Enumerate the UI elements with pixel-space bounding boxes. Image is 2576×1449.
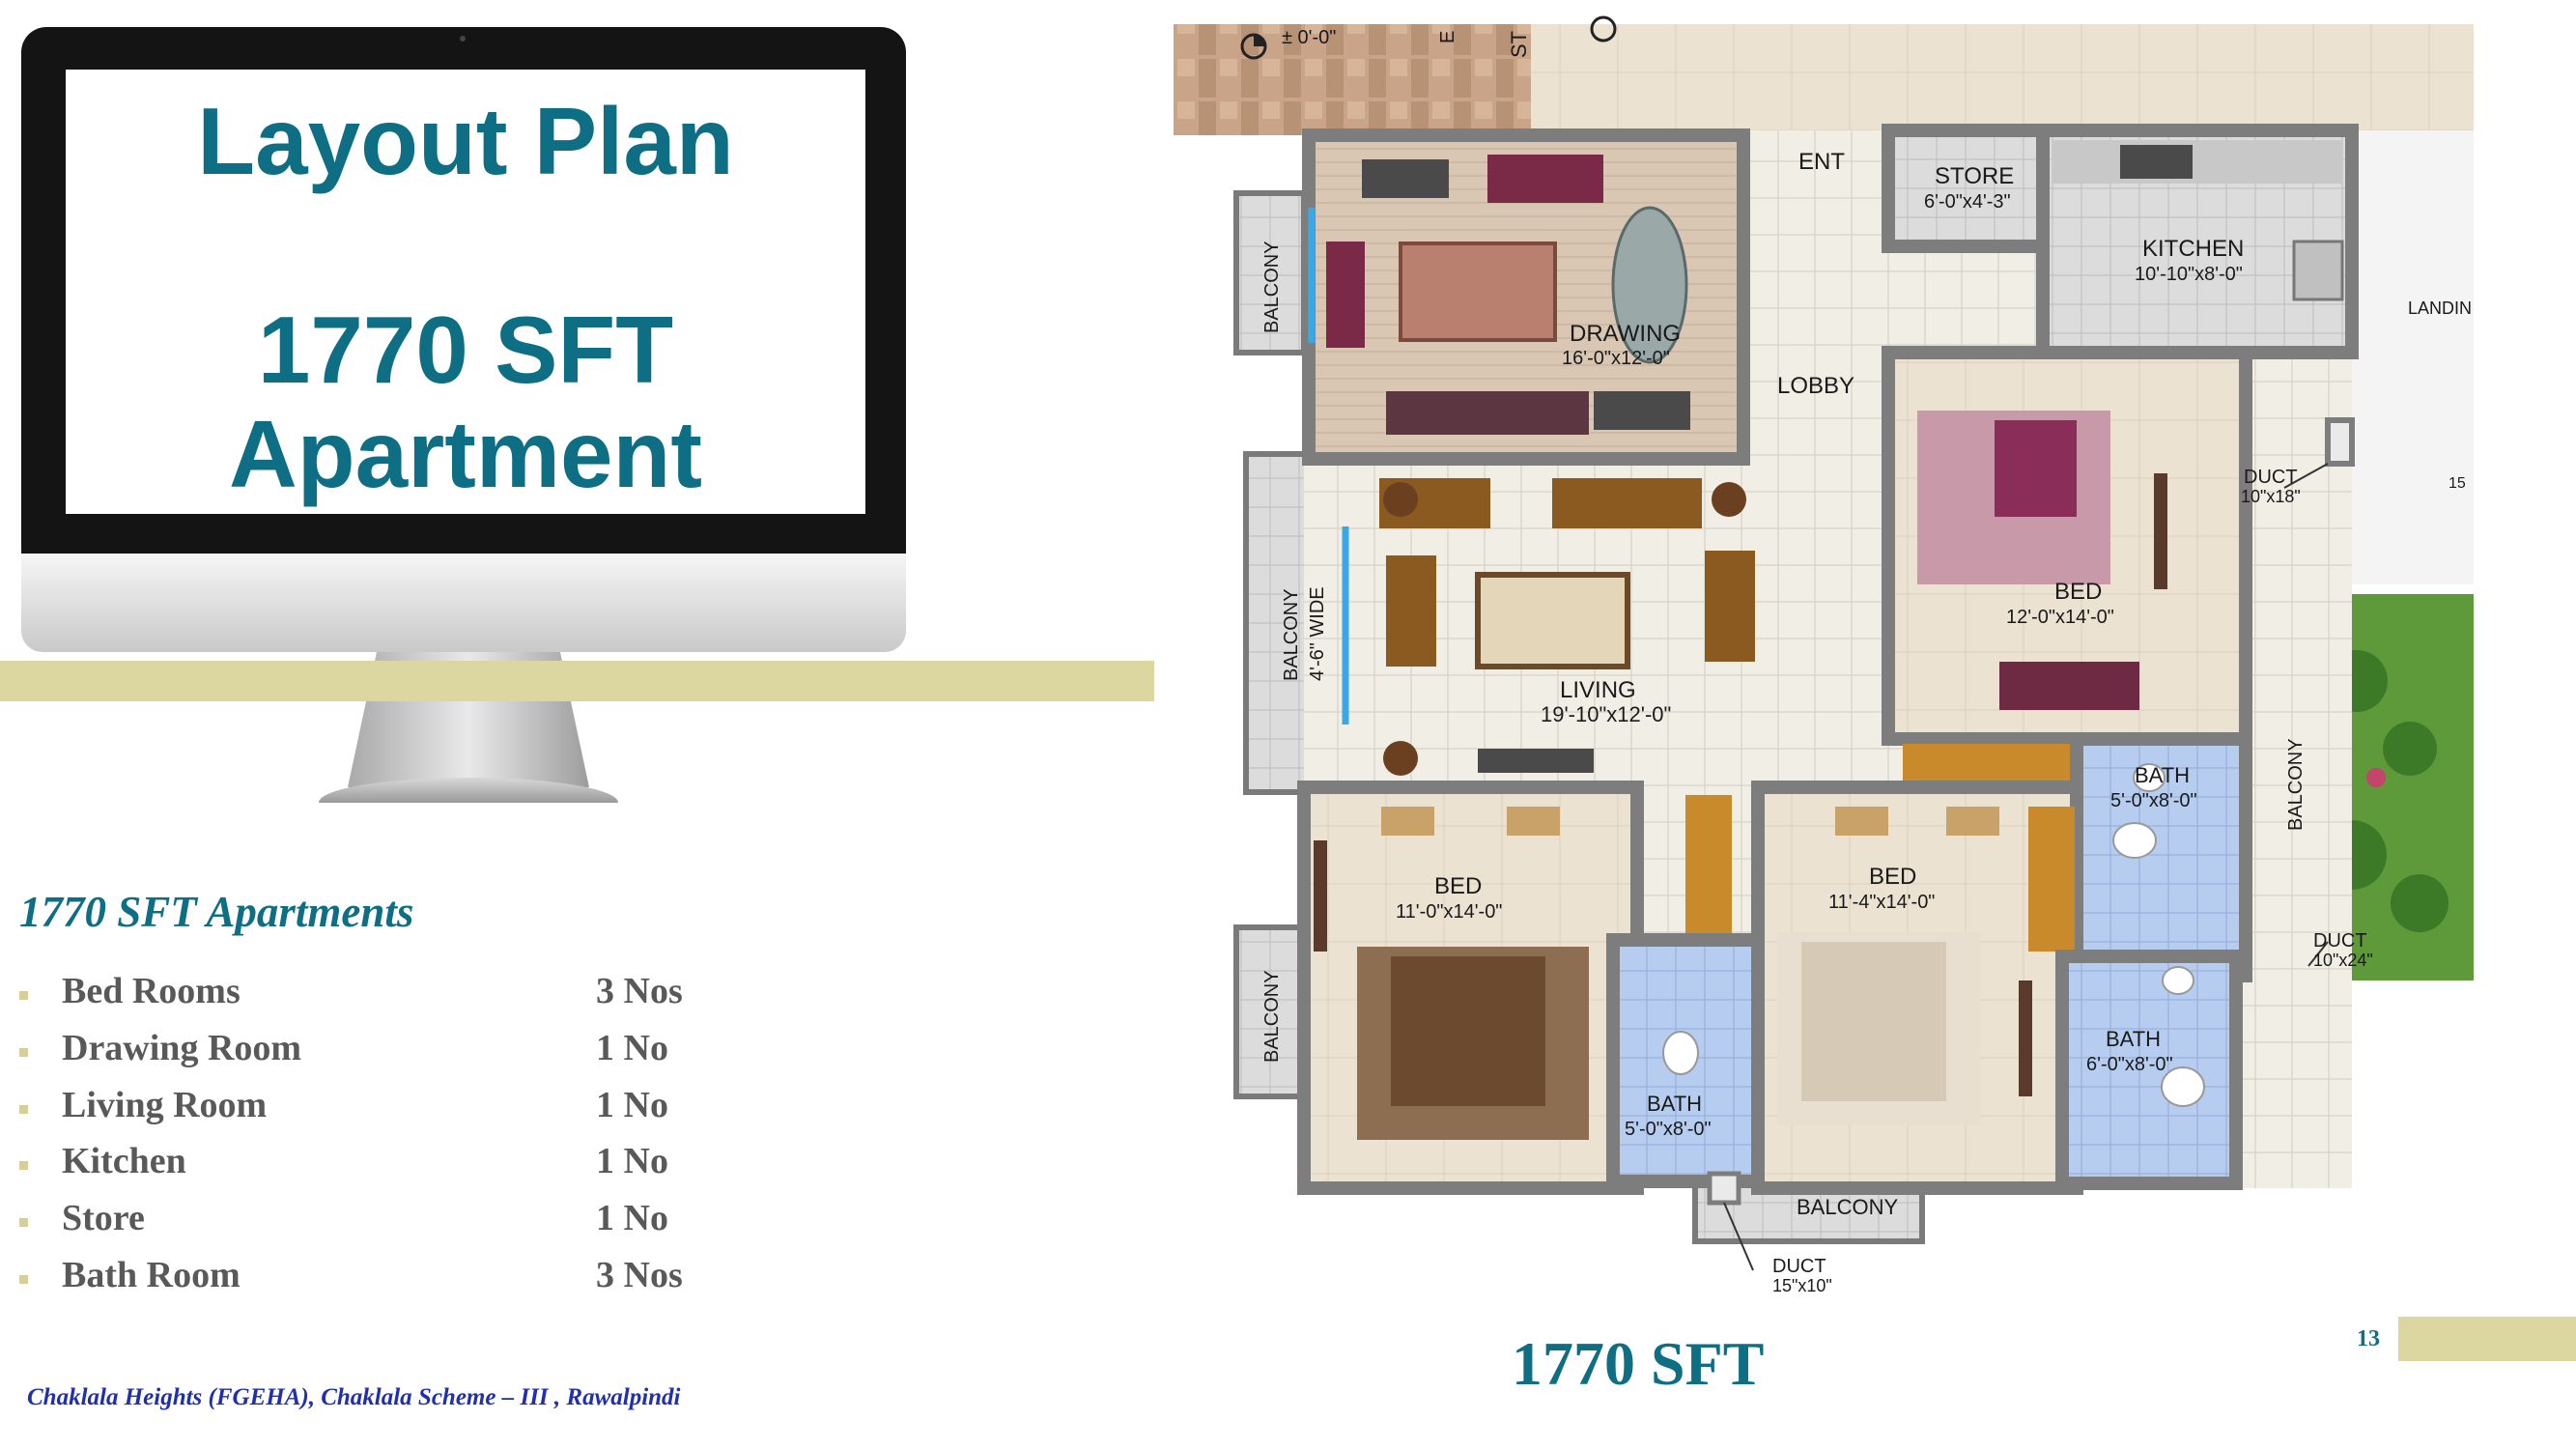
monitor-chin bbox=[21, 554, 906, 652]
slide-subtitle-type: Apartment bbox=[228, 401, 703, 507]
kitchen-label: KITCHEN bbox=[2142, 236, 2244, 262]
slide-subtitle-size: 1770 SFT bbox=[257, 297, 674, 403]
level-mark: ± 0'-0" bbox=[1282, 27, 1336, 48]
floor-plan: ± 0'-0" E ST ENT STORE 6'-0"x4'-3" KITCH… bbox=[1154, 14, 2474, 1309]
spec-value: 1 No bbox=[596, 1085, 668, 1125]
bath-right-size: 6'-0"x8'-0" bbox=[2086, 1054, 2173, 1075]
label-e: E bbox=[1437, 31, 1458, 43]
slide-title: Layout Plan bbox=[197, 88, 734, 194]
spec-label: Bath Room bbox=[62, 1255, 241, 1295]
duct-bottom-label: DUCT bbox=[1772, 1256, 1826, 1277]
duct-right-size: 10"x24" bbox=[2313, 951, 2373, 970]
camera-icon bbox=[460, 36, 466, 42]
spec-item: Kitchen 1 No bbox=[19, 1140, 734, 1196]
passage-area bbox=[1531, 24, 2474, 135]
bath-left-label: BATH bbox=[1647, 1092, 1702, 1116]
bath-master-label: BATH bbox=[2135, 763, 2190, 787]
bed-master-label: BED bbox=[2054, 579, 2102, 605]
label-ent: ENT bbox=[1798, 149, 1845, 175]
bed-left-label: BED bbox=[1434, 873, 1482, 899]
plan-caption: 1770 SFT bbox=[1512, 1329, 1765, 1398]
spec-item: Drawing Room 1 No bbox=[19, 1027, 734, 1083]
duct-top-label: DUCT bbox=[2244, 467, 2298, 488]
landing-area bbox=[2342, 130, 2474, 584]
bullet-icon bbox=[19, 1048, 28, 1057]
accent-bar bbox=[0, 661, 1154, 701]
duct-top-size: 10"x18" bbox=[2241, 487, 2301, 506]
spec-label: Kitchen bbox=[62, 1141, 186, 1181]
bullet-icon bbox=[19, 1161, 28, 1170]
spec-value: 3 Nos bbox=[596, 971, 683, 1011]
bullet-icon bbox=[19, 991, 28, 1000]
spec-label: Store bbox=[62, 1198, 145, 1238]
balcony-living-size: 4'-6" WIDE bbox=[1307, 586, 1328, 681]
store-label: STORE bbox=[1935, 163, 2014, 189]
spec-item: Store 1 No bbox=[19, 1197, 734, 1253]
stair-number: 15 bbox=[2449, 475, 2466, 492]
bullet-icon bbox=[19, 1218, 28, 1227]
drawing-label: DRAWING bbox=[1570, 321, 1681, 347]
balcony-bottom-label: BALCONY bbox=[1797, 1195, 1898, 1219]
duct-bottom-size: 15"x10" bbox=[1772, 1276, 1832, 1295]
spec-item: Living Room 1 No bbox=[19, 1084, 734, 1140]
spec-item: Bed Rooms 3 Nos bbox=[19, 970, 734, 1026]
spec-value: 1 No bbox=[596, 1198, 668, 1238]
paving-area bbox=[1174, 24, 1531, 135]
spec-value: 1 No bbox=[596, 1028, 668, 1068]
footer-location: Chaklala Heights (FGEHA), Chaklala Schem… bbox=[27, 1384, 681, 1410]
balcony-living-label: BALCONY bbox=[1281, 588, 1302, 681]
balcony-label: BALCONY bbox=[1261, 241, 1283, 333]
bath-right-label: BATH bbox=[2106, 1027, 2161, 1051]
bullet-icon bbox=[19, 1275, 28, 1284]
store-size: 6'-0"x4'-3" bbox=[1924, 191, 2011, 213]
spec-label: Living Room bbox=[62, 1085, 268, 1125]
page-number: 13 bbox=[2357, 1326, 2380, 1351]
lobby-label: LOBBY bbox=[1777, 373, 1854, 399]
living-label: LIVING bbox=[1560, 677, 1636, 703]
spec-item: Bath Room 3 Nos bbox=[19, 1254, 734, 1310]
spec-value: 1 No bbox=[596, 1141, 668, 1181]
spec-label: Bed Rooms bbox=[62, 971, 241, 1011]
landing-label: LANDIN bbox=[2408, 298, 2472, 318]
bed-left-size: 11'-0"x14'-0" bbox=[1396, 901, 1502, 923]
accent-bar-right bbox=[2398, 1317, 2576, 1361]
spec-label: Drawing Room bbox=[62, 1028, 302, 1068]
bath-left-size: 5'-0"x8'-0" bbox=[1625, 1119, 1712, 1140]
drawing-size: 16'-0"x12'-0" bbox=[1562, 348, 1670, 369]
bullet-icon bbox=[19, 1105, 28, 1114]
duct-right-label: DUCT bbox=[2313, 930, 2367, 952]
bath-master-size: 5'-0"x8'-0" bbox=[2110, 790, 2197, 811]
spec-value: 3 Nos bbox=[596, 1255, 683, 1295]
bed-master-size: 12'-0"x14'-0" bbox=[2006, 607, 2114, 628]
kitchen-size: 10'-10"x8'-0" bbox=[2135, 264, 2243, 285]
label-st: ST bbox=[1507, 31, 1531, 58]
living-size: 19'-10"x12'-0" bbox=[1541, 702, 1671, 726]
bed-mid-label: BED bbox=[1869, 864, 1916, 890]
bed-mid-size: 11'-4"x14'-0" bbox=[1828, 892, 1935, 913]
balcony-right-label: BALCONY bbox=[2285, 738, 2307, 831]
balcony-left-label: BALCONY bbox=[1261, 970, 1283, 1063]
spec-heading: 1770 SFT Apartments bbox=[19, 888, 414, 936]
